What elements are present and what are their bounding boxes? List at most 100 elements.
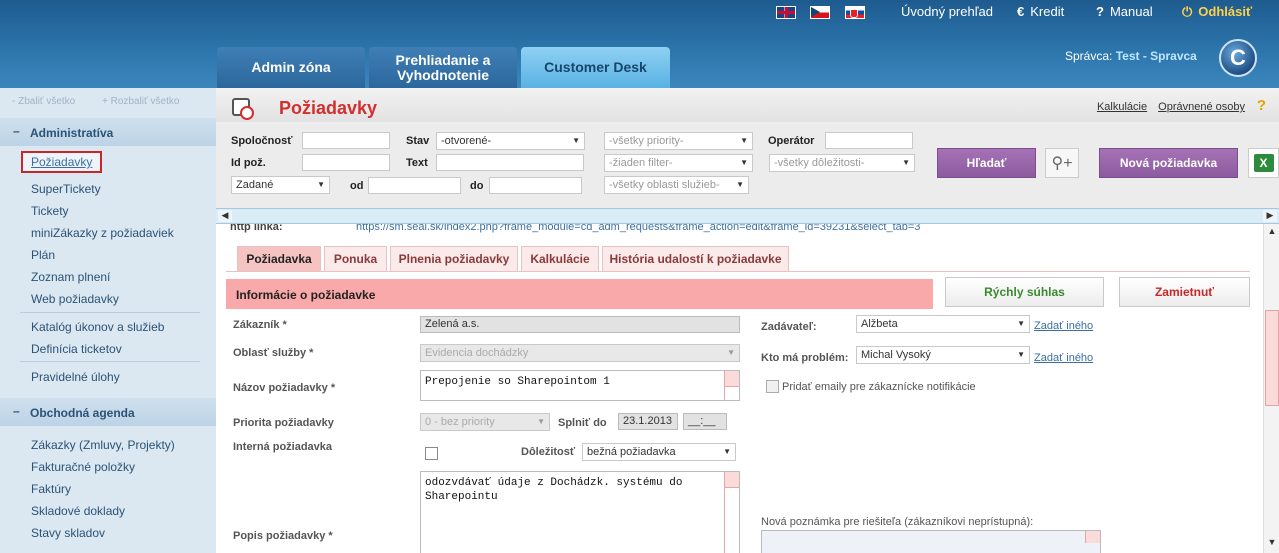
internal-checkbox[interactable] <box>425 447 438 460</box>
tab-kalkulacie[interactable]: Kalkulácie <box>521 246 599 271</box>
power-icon: ⏻ <box>1182 4 1193 19</box>
scroll-thumb[interactable] <box>1265 310 1279 406</box>
opravnene-osoby-link[interactable]: Oprávnené osoby <box>1158 101 1245 113</box>
reject-button[interactable]: Zamietnuť <box>1119 277 1250 307</box>
new-request-button[interactable]: Nová požiadavka <box>1099 148 1238 178</box>
request-id-input[interactable] <box>302 154 390 171</box>
app-header: Úvodný prehľad € Kredit ? Manual ⏻ Odhlásiť… <box>0 0 1279 88</box>
request-name-textarea[interactable]: Prepojenie so Sharepointom 1 <box>420 370 740 401</box>
sidebar-item-definicia[interactable]: Definícia ticketov <box>31 342 122 356</box>
service-area-select[interactable]: -všetky oblasti služieb- <box>604 176 749 194</box>
textarea-scrollbar[interactable] <box>724 371 739 400</box>
scroll-left-icon[interactable]: ◀ <box>218 210 232 222</box>
request-detail: http linka: https://sm.seal.sk/index2.ph… <box>216 224 1263 553</box>
sidebar-section-obchodna[interactable]: Obchodná agenda <box>0 398 216 426</box>
sk-flag-icon[interactable] <box>845 6 865 19</box>
http-link-url[interactable]: https://sm.seal.sk/index2.php?frame_modu… <box>356 224 920 233</box>
manual-label: Manual <box>1109 4 1153 19</box>
collapse-all-link[interactable]: - Zbaliť všetko <box>12 96 87 107</box>
admin-user: Správca: Test - Spravca <box>1065 49 1197 63</box>
saved-filter-select[interactable]: -žiaden filter- <box>604 154 753 172</box>
sidebar-item-skladove[interactable]: Skladové doklady <box>31 504 125 518</box>
scroll-up-icon[interactable]: ▲ <box>1265 226 1279 240</box>
help-icon[interactable]: ? <box>1257 97 1266 114</box>
logout-label: Odhlásiť <box>1198 4 1253 19</box>
tab-historia[interactable]: História udalostí k požiadavke <box>602 246 789 271</box>
due-time-input[interactable]: __:__ <box>683 413 727 430</box>
credit-link[interactable]: € Kredit <box>1017 4 1064 19</box>
operator-input[interactable] <box>825 132 913 149</box>
sidebar-item-tickety[interactable]: Tickety <box>31 204 69 218</box>
tab-customer-desk[interactable]: Customer Desk <box>521 47 670 88</box>
advanced-search-icon[interactable]: ⚲+ <box>1045 148 1079 178</box>
tab-poziadavka[interactable]: Požiadavka <box>237 246 321 271</box>
sidebar-controls: - Zbaliť všetko + Rozbaliť všetko <box>12 96 203 107</box>
submitter-select[interactable]: Alžbeta <box>856 315 1030 333</box>
text-input[interactable] <box>436 154 584 171</box>
description-textarea[interactable]: odozvdávať údaje z Dochádzk. systému do … <box>420 471 740 553</box>
quick-approve-button[interactable]: Rýchly súhlas <box>945 277 1104 307</box>
overview-link[interactable]: Úvodný prehľad <box>901 4 993 19</box>
kalkulacie-link[interactable]: Kalkulácie <box>1097 101 1147 113</box>
priority-label: Priorita požiadavky <box>233 417 334 429</box>
logo-letter: C <box>1230 45 1246 70</box>
problem-owner-other-link[interactable]: Zadať iného <box>1034 352 1093 364</box>
cz-flag-icon[interactable] <box>810 6 830 19</box>
notify-emails-label: Pridať emaily pre zákaznícke notifikácie <box>782 381 976 393</box>
due-date-input[interactable]: 23.1.2013 <box>618 413 678 430</box>
tab-ponuka[interactable]: Ponuka <box>324 246 387 271</box>
help-icon: ? <box>1096 4 1104 19</box>
sidebar-item-minizakazky[interactable]: miniZákazky z požiadaviek <box>31 226 174 240</box>
sidebar-item-zoznam-plneni[interactable]: Zoznam plnení <box>31 270 110 284</box>
sidebar-item-faktury[interactable]: Faktúry <box>31 482 71 496</box>
sidebar-item-zakazky[interactable]: Zákazky (Zmluvy, Projekty) <box>31 438 175 452</box>
customer-field: Zelená a.s. <box>420 316 740 333</box>
top-links: Kalkulácie Oprávnené osoby <box>1089 101 1245 113</box>
textarea-scrollbar[interactable] <box>724 472 739 553</box>
importance-select[interactable]: bežná požiadavka <box>582 443 736 461</box>
sidebar-section-administrativa[interactable]: Administratíva <box>0 118 216 146</box>
sidebar-item-web-poziadavky[interactable]: Web požiadavky <box>31 292 119 306</box>
request-name-value: Prepojenie so Sharepointom 1 <box>425 376 610 388</box>
notify-emails-checkbox[interactable] <box>766 380 779 393</box>
app-logo: C <box>1219 39 1257 77</box>
internal-label: Interná požiadavka <box>233 441 333 453</box>
text-label: Text <box>406 157 428 169</box>
excel-export-button[interactable]: X <box>1248 148 1279 178</box>
date-to-input[interactable] <box>489 177 582 194</box>
admin-prefix: Správca: <box>1065 49 1113 63</box>
sidebar-item-pravidelne[interactable]: Pravidelné úlohy <box>31 370 120 384</box>
excel-icon: X <box>1253 154 1274 172</box>
submitter-other-link[interactable]: Zadať iného <box>1034 320 1093 332</box>
scroll-right-icon[interactable]: ▶ <box>1263 210 1277 222</box>
uk-flag-icon[interactable] <box>776 6 796 19</box>
note-textarea[interactable] <box>761 530 1101 553</box>
state-select[interactable]: -otvorené- <box>436 132 585 150</box>
sidebar-item-poziadavky[interactable]: Požiadavky <box>21 151 103 173</box>
vertical-scrollbar[interactable]: ▲ ▼ <box>1263 224 1279 553</box>
tab-admin-zone[interactable]: Admin zóna <box>217 47 365 88</box>
manual-link[interactable]: ? Manual <box>1096 4 1153 19</box>
sidebar-item-fakturacne[interactable]: Fakturačné položky <box>31 460 135 474</box>
logout-link[interactable]: ⏻ Odhlásiť <box>1182 4 1252 20</box>
tab-plnenia[interactable]: Plnenia požiadavky <box>390 246 518 271</box>
sidebar-item-katalog[interactable]: Katalóg úkonov a služieb <box>31 320 164 334</box>
sidebar-item-stavy[interactable]: Stavy skladov <box>31 526 105 540</box>
priority-select[interactable]: -všetky priority- <box>604 132 753 150</box>
service-area-field: Evidencia dochádzky <box>420 344 740 362</box>
company-label: Spoločnosť <box>231 135 293 147</box>
scroll-down-icon[interactable]: ▼ <box>1265 537 1279 551</box>
importance-filter-select[interactable]: -všetky dôležitosti- <box>769 154 915 172</box>
tab-overview-evaluation[interactable]: Prehliadanie a Vyhodnotenie <box>369 47 517 88</box>
horizontal-scrollbar[interactable]: ◀ ▶ <box>216 208 1279 224</box>
sidebar-item-supertickety[interactable]: SuperTickety <box>31 182 101 196</box>
company-input[interactable] <box>302 132 390 149</box>
date-from-input[interactable] <box>368 177 461 194</box>
date-type-select[interactable]: Zadané <box>231 176 330 194</box>
admin-name[interactable]: Test - Spravca <box>1116 49 1197 63</box>
problem-owner-select[interactable]: Michal Vysoký <box>856 346 1030 364</box>
search-button[interactable]: Hľadať <box>937 148 1036 178</box>
sidebar: - Zbaliť všetko + Rozbaliť všetko Admini… <box>0 88 216 553</box>
sidebar-item-plan[interactable]: Plán <box>31 248 55 262</box>
expand-all-link[interactable]: + Rozbaliť všetko <box>102 96 191 107</box>
